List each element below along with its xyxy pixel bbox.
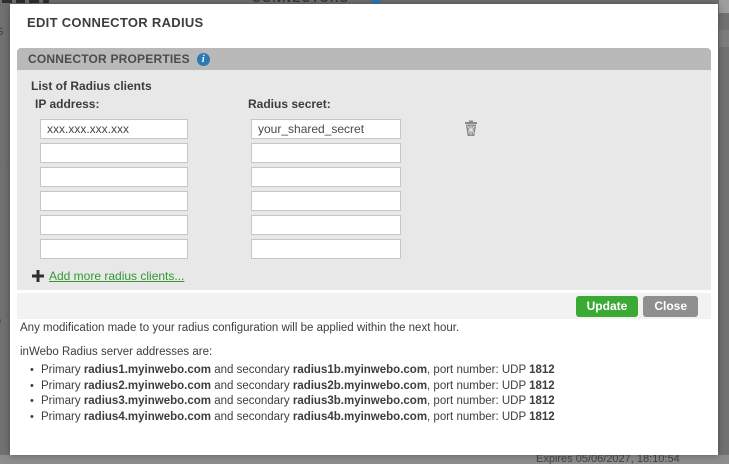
backdrop-bottom-strip: Expires 05/06/2027, 18:10:54 [0, 455, 729, 464]
connector-properties-label: CONNECTOR PROPERTIES [28, 52, 190, 66]
ip-address-input-3[interactable] [40, 167, 188, 187]
port-number: 1812 [529, 363, 555, 379]
backdrop-text-fragment: b [0, 315, 1, 327]
radius-client-row [40, 215, 479, 235]
server-address-item: Primary radius3.myinwebo.com and seconda… [30, 394, 555, 410]
dialog-footer: Update Close [17, 293, 711, 319]
server-text: , port number: UDP [427, 379, 529, 395]
secondary-hostname: radius3b.myinwebo.com [293, 394, 427, 410]
connector-properties-panel: List of Radius clients IP address: Radiu… [17, 70, 711, 290]
server-text: Primary [41, 410, 84, 426]
server-text: Primary [41, 363, 84, 379]
trash-icon [464, 120, 478, 139]
ip-address-input-6[interactable] [40, 239, 188, 259]
server-text: and secondary [211, 379, 293, 395]
primary-hostname: radius4.myinwebo.com [84, 410, 211, 426]
expires-label: Expires 05/06/2027, 18:10:54 [536, 455, 680, 464]
radius-secret-input-4[interactable] [251, 191, 401, 211]
radius-clients-list-label: List of Radius clients [31, 79, 152, 93]
radius-client-rows [40, 119, 479, 259]
connector-properties-header: CONNECTOR PROPERTIES i [17, 48, 711, 70]
add-radius-clients-link[interactable]: Add more radius clients... [32, 269, 184, 283]
dialog-title: EDIT CONNECTOR RADIUS [27, 15, 204, 30]
backdrop-text-fragment [16, 0, 25, 3]
server-text: , port number: UDP [427, 394, 529, 410]
port-number: 1812 [529, 394, 555, 410]
server-text: Primary [41, 394, 84, 410]
radius-client-row [40, 143, 479, 163]
edit-connector-radius-dialog: EDIT CONNECTOR RADIUS CONNECTOR PROPERTI… [10, 4, 718, 455]
radius-secret-input-1[interactable] [251, 119, 401, 139]
modification-note: Any modification made to your radius con… [20, 322, 459, 334]
server-text: , port number: UDP [427, 410, 529, 426]
radius-secret-input-3[interactable] [251, 167, 401, 187]
radius-client-row [40, 191, 479, 211]
primary-hostname: radius2.myinwebo.com [84, 379, 211, 395]
primary-hostname: radius1.myinwebo.com [84, 363, 211, 379]
server-address-item: Primary radius4.myinwebo.com and seconda… [30, 410, 555, 426]
primary-hostname: radius3.myinwebo.com [84, 394, 211, 410]
server-address-item: Primary radius2.myinwebo.com and seconda… [30, 379, 555, 395]
ip-address-input-1[interactable] [40, 119, 188, 139]
delete-row-button[interactable] [463, 121, 479, 138]
backdrop-ui-fragment [719, 0, 729, 13]
backdrop-text-fragment [29, 0, 39, 3]
server-text: and secondary [211, 363, 293, 379]
backdrop-ui-fragment [719, 30, 729, 47]
update-button[interactable]: Update [576, 296, 639, 317]
info-icon[interactable]: i [197, 53, 210, 66]
radius-secret-input-5[interactable] [251, 215, 401, 235]
backdrop-text-fragment [43, 0, 49, 3]
plus-icon [32, 270, 44, 282]
server-text: Primary [41, 379, 84, 395]
secondary-hostname: radius4b.myinwebo.com [293, 410, 427, 426]
radius-secret-input-6[interactable] [251, 239, 401, 259]
backdrop-text-fragment: y [0, 163, 1, 175]
ip-address-input-4[interactable] [40, 191, 188, 211]
ip-address-column-label: IP address: [35, 97, 99, 111]
radius-client-row [40, 119, 479, 139]
server-addresses-intro: inWebo Radius server addresses are: [20, 346, 212, 358]
backdrop-text-fragment: G [0, 26, 4, 38]
secondary-hostname: radius2b.myinwebo.com [293, 379, 427, 395]
server-address-list: Primary radius1.myinwebo.com and seconda… [30, 363, 555, 425]
port-number: 1812 [529, 410, 555, 426]
add-radius-clients-link-label: Add more radius clients... [49, 269, 184, 283]
radius-secret-input-2[interactable] [251, 143, 401, 163]
backdrop-text-fragment [2, 0, 12, 3]
radius-client-row [40, 167, 479, 187]
server-text: and secondary [211, 394, 293, 410]
radius-client-row [40, 239, 479, 259]
radius-secret-column-label: Radius secret: [248, 97, 331, 111]
port-number: 1812 [529, 379, 555, 395]
ip-address-input-2[interactable] [40, 143, 188, 163]
server-text: , port number: UDP [427, 363, 529, 379]
server-text: and secondary [211, 410, 293, 426]
close-button[interactable]: Close [643, 296, 698, 317]
secondary-hostname: radius1b.myinwebo.com [293, 363, 427, 379]
ip-address-input-5[interactable] [40, 215, 188, 235]
server-address-item: Primary radius1.myinwebo.com and seconda… [30, 363, 555, 379]
